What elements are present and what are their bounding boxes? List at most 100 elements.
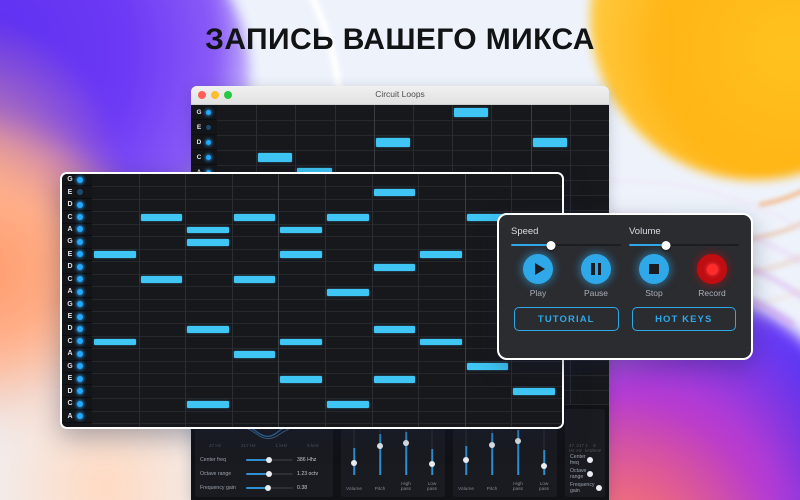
eq-param-row[interactable]: Octave range: [570, 467, 601, 481]
key-indicator-dot[interactable]: [77, 263, 83, 270]
eq-param-knob[interactable]: [265, 471, 272, 477]
volume-slider-group[interactable]: Volume: [629, 226, 739, 250]
key-indicator-dot[interactable]: [206, 154, 211, 160]
key-row[interactable]: A: [62, 224, 92, 237]
note-block[interactable]: [373, 263, 416, 271]
note-block[interactable]: [327, 288, 369, 296]
key-row[interactable]: D: [62, 385, 92, 398]
key-row[interactable]: E: [62, 186, 92, 199]
hotkeys-button[interactable]: HOT KEYS: [631, 307, 736, 331]
key-indicator-dot[interactable]: [77, 400, 83, 407]
pause-button[interactable]: Pause: [572, 254, 620, 298]
key-indicator-dot[interactable]: [77, 276, 83, 283]
key-row[interactable]: G: [62, 298, 92, 311]
record-button[interactable]: Record: [688, 254, 736, 298]
note-block[interactable]: [233, 214, 276, 221]
note-block[interactable]: [532, 138, 567, 147]
key-row[interactable]: E: [62, 373, 92, 386]
key-row[interactable]: G: [191, 105, 217, 120]
mixer-knob[interactable]: [351, 459, 357, 466]
key-row[interactable]: A: [62, 348, 92, 361]
key-row[interactable]: G: [62, 236, 92, 249]
play-button[interactable]: Play: [514, 254, 562, 298]
mixer-knob[interactable]: [541, 462, 547, 469]
key-indicator-dot[interactable]: [77, 176, 83, 183]
eq-param-row[interactable]: Octave range 1.23 octv: [200, 467, 329, 481]
key-row[interactable]: C: [62, 398, 92, 411]
key-indicator-dot[interactable]: [77, 375, 83, 382]
note-block[interactable]: [140, 276, 183, 284]
mixer-knob[interactable]: [429, 461, 435, 468]
key-row[interactable]: C: [191, 150, 217, 165]
note-block[interactable]: [373, 189, 416, 197]
eq-param-row[interactable]: Frequency gain: [570, 481, 602, 495]
note-block[interactable]: [258, 153, 293, 162]
volume-slider-track[interactable]: [629, 240, 739, 250]
note-block[interactable]: [466, 363, 509, 371]
eq-panel-right[interactable]: 47 Hz 217 Hz 1 kHz 5 kHz Center freq Octave …: [565, 409, 605, 497]
mixer-knob[interactable]: [377, 442, 383, 449]
tutorial-button[interactable]: TUTORIAL: [514, 307, 619, 331]
key-indicator-dot[interactable]: [77, 388, 83, 395]
piano-roll-foreground[interactable]: GEDCAGEDCAGEDCAGEDCA: [62, 174, 562, 427]
key-row[interactable]: A: [62, 286, 92, 299]
note-block[interactable]: [280, 226, 322, 234]
eq-param-track[interactable]: [246, 457, 293, 463]
eq-param-knob[interactable]: [265, 457, 272, 463]
eq-param-track[interactable]: [246, 485, 293, 491]
note-block[interactable]: [94, 338, 136, 346]
key-row[interactable]: A: [62, 410, 92, 423]
note-block[interactable]: [187, 226, 229, 234]
key-column-foreground[interactable]: GEDCAGEDCAGEDCAGEDCA: [62, 174, 92, 427]
key-indicator-dot[interactable]: [77, 189, 83, 196]
note-block[interactable]: [233, 351, 276, 358]
key-indicator-dot[interactable]: [77, 301, 83, 308]
note-block[interactable]: [420, 338, 462, 346]
key-indicator-dot[interactable]: [77, 201, 83, 208]
key-row[interactable]: D: [62, 199, 92, 212]
speed-slider-track[interactable]: [511, 240, 621, 250]
key-indicator-dot[interactable]: [77, 338, 83, 345]
note-block[interactable]: [187, 238, 229, 246]
note-block[interactable]: [454, 108, 489, 117]
key-indicator-dot[interactable]: [77, 350, 83, 357]
key-indicator-dot[interactable]: [206, 109, 211, 115]
key-indicator-dot[interactable]: [77, 413, 83, 420]
volume-slider-knob[interactable]: [661, 240, 671, 250]
note-block[interactable]: [187, 326, 229, 333]
key-row[interactable]: E: [62, 311, 92, 324]
key-indicator-dot[interactable]: [77, 226, 83, 233]
mixer-knob[interactable]: [403, 440, 409, 447]
eq-param-row[interactable]: Frequency gain 0.38: [200, 481, 329, 495]
key-indicator-dot[interactable]: [77, 313, 83, 320]
note-block[interactable]: [373, 326, 416, 333]
mixer-knob[interactable]: [515, 437, 521, 444]
speed-slider-knob[interactable]: [546, 240, 556, 250]
eq-param-track[interactable]: [246, 471, 293, 477]
key-row[interactable]: C: [62, 211, 92, 224]
key-indicator-dot[interactable]: [206, 139, 211, 145]
speed-slider-group[interactable]: Speed: [511, 226, 621, 250]
note-block[interactable]: [94, 251, 136, 259]
key-row[interactable]: G: [62, 361, 92, 373]
note-block[interactable]: [513, 388, 555, 396]
key-row[interactable]: E: [191, 120, 217, 135]
eq-params-left[interactable]: Center freq 386 Hhz Octave range 1.23 octv F…: [200, 453, 329, 495]
eq-param-row[interactable]: Center freq: [570, 453, 601, 467]
mixer-knob[interactable]: [489, 441, 495, 448]
key-indicator-dot[interactable]: [77, 363, 83, 370]
key-row[interactable]: D: [62, 261, 92, 274]
note-block[interactable]: [327, 400, 369, 408]
key-row[interactable]: G: [62, 174, 92, 187]
key-indicator-dot[interactable]: [206, 124, 211, 130]
note-block[interactable]: [327, 214, 369, 221]
key-indicator-dot[interactable]: [77, 238, 83, 245]
note-block[interactable]: [280, 338, 322, 346]
key-row[interactable]: C: [62, 274, 92, 286]
key-row[interactable]: D: [191, 135, 217, 150]
eq-param-row[interactable]: Center freq 386 Hhz: [200, 453, 329, 467]
note-block[interactable]: [233, 276, 276, 284]
key-row[interactable]: D: [62, 323, 92, 336]
eq-param-knob[interactable]: [586, 457, 593, 463]
eq-param-knob[interactable]: [587, 471, 594, 477]
